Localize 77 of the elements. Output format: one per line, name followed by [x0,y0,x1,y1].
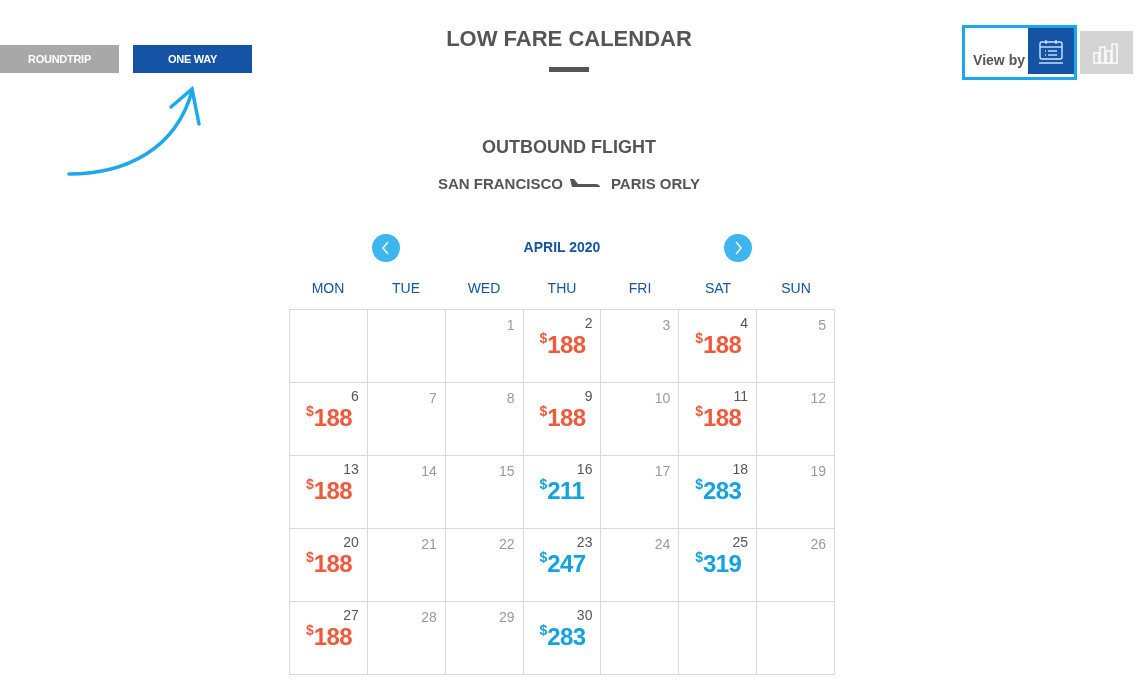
fare-day-cell[interactable]: 2 $188 [523,309,602,383]
weekday-header: SUN [780,278,812,298]
day-number: 14 [421,461,437,481]
chart-view-button[interactable] [1080,31,1133,74]
fare-day-cell[interactable]: 16 $211 [523,455,602,529]
previous-month-button[interactable] [372,233,400,262]
month-label: APRIL 2020 [523,238,601,257]
chevron-right-icon [733,240,743,255]
destination-city: PARIS ORLY [610,174,701,194]
day-number: 29 [499,607,515,627]
fare-day-cell[interactable]: 6 $188 [290,382,368,456]
day-number: 6 [351,387,359,404]
weekday-header: TUE [391,278,421,298]
day-number: 12 [810,388,826,408]
calendar-icon [1038,38,1064,64]
weekday-header: MON [310,278,346,298]
weekday-header: WED [466,278,502,298]
weekday-header: FRI [627,278,653,298]
fare-day-cell[interactable]: 9 $188 [523,382,602,456]
fare-day-cell[interactable]: 27 $188 [290,601,368,675]
day-number: 26 [810,534,826,554]
day-number: 28 [421,607,437,627]
fare-price: $188 [695,330,743,359]
fare-price: $188 [306,403,354,432]
fare-price: $188 [306,476,354,505]
day-number: 11 [733,387,749,404]
day-number: 21 [421,534,437,554]
fare-price: $283 [539,622,587,651]
day-number: 13 [343,460,359,477]
chevron-left-icon [381,240,391,255]
section-title: OUTBOUND FLIGHT [482,136,656,159]
day-number: 22 [499,534,515,554]
fare-day-cell[interactable]: 13 $188 [290,455,368,529]
fare-day-cell[interactable]: 4 $188 [679,309,758,383]
fare-price: $188 [539,403,587,432]
fare-day-cell[interactable]: 23 $247 [523,528,602,602]
page-title: LOW FARE CALENDAR [446,25,692,53]
fare-price: $188 [306,622,354,651]
trip-type-tab[interactable]: ONE WAY [133,45,252,73]
day-number: 9 [584,387,593,404]
day-number: 7 [428,388,437,408]
fare-price: $188 [695,403,743,432]
day-number: 5 [818,315,826,335]
fare-day-cell[interactable]: 25 $319 [679,528,758,602]
fare-price: $247 [539,549,587,578]
fare-day-cell[interactable]: 11 $188 [679,382,758,456]
view-by-label: View by [973,51,1025,70]
day-number: 20 [343,533,359,550]
day-number: 1 [506,315,515,335]
day-number: 30 [576,606,593,623]
day-number: 18 [732,460,749,477]
fare-day-cell[interactable]: 20 $188 [290,528,368,602]
day-number: 8 [506,388,515,408]
weekday-header: SAT [703,278,733,298]
day-number: 15 [499,461,515,481]
day-number: 10 [654,388,671,408]
day-number: 24 [654,534,671,554]
day-number: 2 [584,314,593,331]
fare-price: $283 [695,476,743,505]
day-number: 3 [662,315,671,335]
fare-price: $188 [539,330,587,359]
day-number: 4 [740,314,749,331]
day-number: 23 [576,533,593,550]
origin-city: SAN FRANCISCO [437,174,563,194]
day-number: 25 [732,533,749,550]
fare-day-cell[interactable]: 30 $283 [523,601,602,675]
weekday-header: THU [546,278,578,298]
fare-day-cell[interactable]: 18 $283 [679,455,758,529]
day-number: 27 [343,606,359,623]
day-number: 19 [810,461,826,481]
fare-price: $319 [695,549,743,578]
calendar-view-button[interactable] [1028,28,1074,74]
fare-price: $188 [306,549,354,578]
day-number: 16 [576,460,593,477]
next-month-button[interactable] [724,233,752,262]
day-number: 17 [654,461,671,481]
fare-price: $211 [539,476,586,505]
